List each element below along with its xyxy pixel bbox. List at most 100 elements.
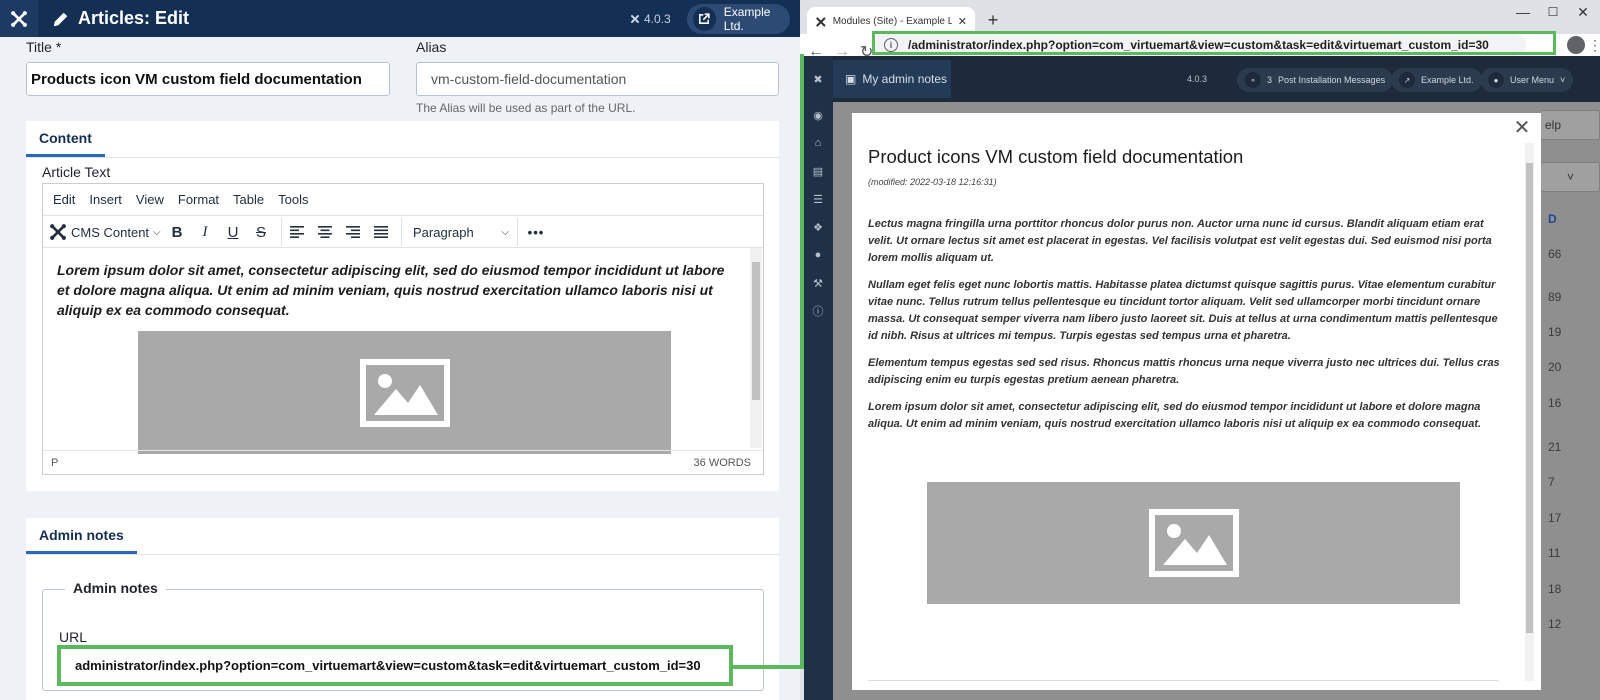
word-count: 36 WORDS bbox=[693, 456, 751, 469]
home-icon[interactable]: ⌂ bbox=[811, 136, 825, 150]
strikethrough-icon: S bbox=[255, 223, 266, 241]
editor-image[interactable] bbox=[138, 331, 671, 454]
align-left-button[interactable] bbox=[283, 216, 311, 248]
url-label: URL bbox=[59, 629, 88, 645]
bell-icon: ⚬ bbox=[1245, 72, 1261, 88]
page-title-text: Articles: Edit bbox=[78, 8, 190, 28]
site-link-button[interactable]: Example Ltd. bbox=[687, 4, 790, 34]
italic-icon: I bbox=[202, 223, 208, 240]
bold-icon: B bbox=[171, 223, 183, 241]
highlight-connector bbox=[733, 665, 803, 669]
joomla-logo-icon[interactable]: ✖ bbox=[811, 72, 825, 86]
toggle-icon[interactable]: ◉ bbox=[811, 108, 825, 122]
user-menu[interactable]: ● User Menu ˅ bbox=[1480, 68, 1574, 92]
inner-site-link[interactable]: ↗ Example Ltd. bbox=[1391, 68, 1482, 92]
help-label: elp bbox=[1545, 118, 1562, 132]
editor-content-text[interactable]: Lorem ipsum dolor sit amet, consectetur … bbox=[57, 260, 737, 320]
tab-content[interactable]: Content bbox=[26, 121, 105, 157]
editor-toolbar: CMS Content ⌵ B I U S Paragraph ⌵ ••• bbox=[43, 216, 763, 248]
italic-button[interactable]: I bbox=[191, 216, 219, 248]
wrench-icon[interactable]: ⚒ bbox=[811, 276, 825, 290]
chevron-down-icon: ˅ bbox=[1567, 170, 1575, 184]
browser-tab-title: Modules (Site) - Example Ltd. - A bbox=[832, 16, 952, 27]
align-justify-icon bbox=[374, 226, 388, 238]
profile-avatar[interactable] bbox=[1567, 36, 1585, 54]
alias-input[interactable]: vm-custom-field-documentation bbox=[416, 62, 779, 96]
strikethrough-button[interactable]: S bbox=[247, 216, 275, 248]
modal-title: Product icons VM custom field documentat… bbox=[868, 146, 1244, 167]
title-input[interactable]: Products icon VM custom field documentat… bbox=[26, 62, 390, 96]
admin-notes-modal: ✕ Product icons VM custom field document… bbox=[852, 113, 1541, 690]
kebab-icon: ⋮ bbox=[1588, 36, 1600, 53]
align-center-button[interactable] bbox=[311, 216, 339, 248]
editor-scrollbar-thumb[interactable] bbox=[752, 262, 760, 400]
file-icon[interactable]: ▤ bbox=[811, 164, 825, 178]
row-id: 16 bbox=[1548, 396, 1562, 410]
highlight-connector bbox=[800, 54, 804, 669]
list-icon[interactable]: ☰ bbox=[811, 192, 825, 206]
paragraph-format-dropdown[interactable]: Paragraph ⌵ bbox=[409, 216, 513, 248]
bold-button[interactable]: B bbox=[163, 216, 191, 248]
close-icon: ✕ bbox=[1577, 3, 1589, 20]
external-link-icon: ↗ bbox=[1399, 72, 1415, 88]
maximize-button[interactable]: ☐ bbox=[1538, 2, 1568, 22]
image-placeholder-icon bbox=[1148, 509, 1239, 577]
my-admin-notes-button[interactable]: ▣ My admin notes bbox=[833, 60, 951, 98]
menu-insert[interactable]: Insert bbox=[89, 192, 122, 207]
help-button[interactable]: elp bbox=[1540, 110, 1600, 140]
underline-button[interactable]: U bbox=[219, 216, 247, 248]
url-input-highlighted[interactable]: administrator/index.php?option=com_virtu… bbox=[57, 645, 733, 686]
modal-paragraph: Lectus magna fringilla urna porttitor rh… bbox=[868, 218, 1492, 264]
page-title: Articles: Edit bbox=[52, 0, 189, 37]
align-right-icon bbox=[346, 226, 360, 238]
joomla-logo-icon bbox=[50, 224, 66, 240]
puzzle-icon[interactable]: ❖ bbox=[811, 220, 825, 234]
close-icon[interactable]: ✕ bbox=[958, 15, 967, 28]
info-icon[interactable]: ⓘ bbox=[811, 304, 825, 318]
row-id: 17 bbox=[1548, 511, 1562, 525]
new-tab-button[interactable]: + bbox=[981, 8, 1005, 32]
modified-date: (modified: 2022-03-18 12:16:31) bbox=[868, 177, 997, 187]
content-tabs: Content bbox=[26, 121, 779, 158]
minimize-button[interactable]: — bbox=[1508, 2, 1538, 22]
browser-menu-button[interactable]: ⋮ bbox=[1588, 34, 1600, 56]
joomla-version: 4.0.3 bbox=[630, 0, 671, 37]
joomla-logo-button[interactable] bbox=[0, 0, 38, 37]
menu-tools[interactable]: Tools bbox=[278, 192, 308, 207]
address-bar-highlight bbox=[872, 31, 1556, 55]
messages-label: Post Installation Messages bbox=[1278, 75, 1386, 85]
tab-admin-notes[interactable]: Admin notes bbox=[26, 518, 137, 554]
minimize-icon: — bbox=[1516, 4, 1530, 20]
row-id: 18 bbox=[1548, 582, 1562, 596]
more-icon: ••• bbox=[527, 224, 545, 240]
align-right-button[interactable] bbox=[339, 216, 367, 248]
list-dropdown[interactable]: ˅ bbox=[1540, 162, 1600, 192]
row-id: 19 bbox=[1548, 325, 1562, 339]
users-icon[interactable]: ● bbox=[811, 248, 825, 262]
modal-close-button[interactable]: ✕ bbox=[1512, 117, 1532, 139]
menu-format[interactable]: Format bbox=[178, 192, 219, 207]
menu-edit[interactable]: Edit bbox=[53, 192, 75, 207]
more-button[interactable]: ••• bbox=[521, 216, 551, 248]
pencil-icon bbox=[53, 12, 68, 26]
modal-scrollbar-thumb[interactable] bbox=[1526, 163, 1533, 633]
row-id: 89 bbox=[1548, 290, 1562, 304]
site-link-label: Example Ltd. bbox=[723, 5, 771, 33]
user-icon: ● bbox=[1488, 72, 1504, 88]
cms-content-dropdown[interactable]: CMS Content ⌵ bbox=[49, 216, 161, 248]
id-column-header[interactable]: D bbox=[1548, 212, 1557, 226]
admin-notes-legend: Admin notes bbox=[65, 580, 166, 596]
align-justify-button[interactable] bbox=[367, 216, 395, 248]
toolbar-divider bbox=[281, 218, 282, 246]
modal-paragraph: Lorem ipsum dolor sit amet, consectetur … bbox=[868, 401, 1482, 430]
post-installation-messages[interactable]: ⚬ 3 Post Installation Messages bbox=[1237, 68, 1394, 92]
rich-text-editor[interactable]: Edit Insert View Format Table Tools CMS … bbox=[42, 183, 764, 475]
version-text: 4.0.3 bbox=[644, 11, 671, 26]
image-placeholder-icon bbox=[359, 358, 450, 427]
menu-view[interactable]: View bbox=[136, 192, 164, 207]
menu-table[interactable]: Table bbox=[233, 192, 264, 207]
inner-version: 4.0.3 bbox=[1187, 74, 1208, 84]
joomla-logo-icon bbox=[11, 10, 27, 27]
close-window-button[interactable]: ✕ bbox=[1568, 2, 1598, 22]
element-path[interactable]: P bbox=[51, 457, 58, 469]
